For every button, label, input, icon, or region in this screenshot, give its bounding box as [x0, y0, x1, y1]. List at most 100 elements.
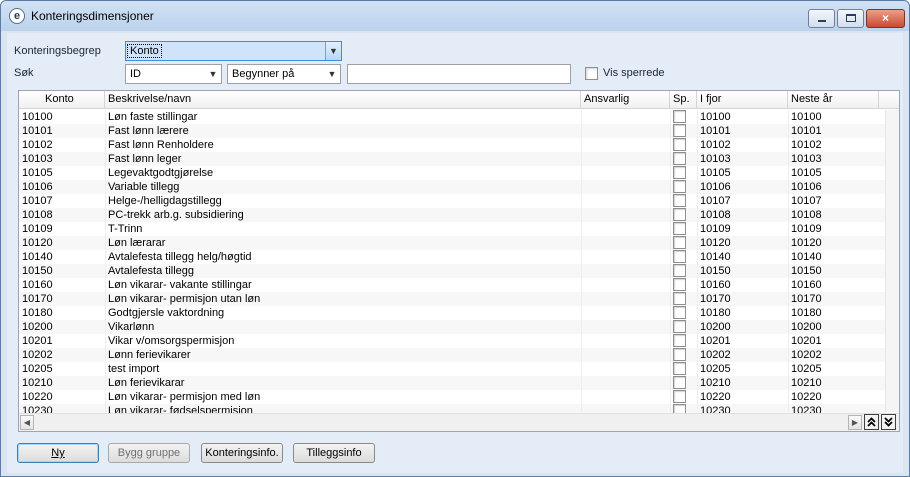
table-row[interactable]: 10101 Fast lønn lærere 10101 10101	[19, 124, 885, 138]
column-header-neste-ar[interactable]: Neste år	[788, 91, 879, 109]
cell-neste[interactable]: 10180	[788, 306, 885, 320]
cell-ansvarlig[interactable]	[581, 376, 670, 390]
search-input[interactable]	[347, 64, 571, 84]
cell-ansvarlig[interactable]	[581, 334, 670, 348]
cell-konto[interactable]: 10100	[19, 110, 105, 124]
cell-name[interactable]: Løn faste stillingar	[105, 110, 581, 124]
cell-konto[interactable]: 10106	[19, 180, 105, 194]
cell-ansvarlig[interactable]	[581, 320, 670, 334]
cell-konto[interactable]: 10140	[19, 250, 105, 264]
table-row[interactable]: 10205 test import 10205 10205	[19, 362, 885, 376]
cell-konto[interactable]: 10120	[19, 236, 105, 250]
ny-button[interactable]: Ny	[17, 443, 99, 463]
sperret-checkbox[interactable]	[673, 208, 686, 221]
sperret-checkbox[interactable]	[673, 236, 686, 249]
cell-ansvarlig[interactable]	[581, 138, 670, 152]
cell-ansvarlig[interactable]	[581, 306, 670, 320]
konteringsinfo-button[interactable]: Konteringsinfo.	[201, 443, 283, 463]
cell-ifjor[interactable]: 10101	[697, 124, 788, 138]
cell-ifjor[interactable]: 10202	[697, 348, 788, 362]
cell-name[interactable]: Løn lærarar	[105, 236, 581, 250]
cell-name[interactable]: Helge-/helligdagstillegg	[105, 194, 581, 208]
scroll-right-icon[interactable]: ▶	[848, 415, 862, 430]
table-row[interactable]: 10140 Avtalefesta tillegg helg/høgtid 1014…	[19, 250, 885, 264]
cell-ifjor[interactable]: 10200	[697, 320, 788, 334]
cell-ansvarlig[interactable]	[581, 236, 670, 250]
sperret-checkbox[interactable]	[673, 222, 686, 235]
cell-neste[interactable]: 10170	[788, 292, 885, 306]
table-row[interactable]: 10170 Løn vikarar- permisjon utan løn 1017…	[19, 292, 885, 306]
sperret-checkbox[interactable]	[673, 292, 686, 305]
column-header-sp[interactable]: Sp.	[670, 91, 697, 109]
chevron-down-icon[interactable]: ▼	[324, 65, 340, 83]
sperret-checkbox[interactable]	[673, 194, 686, 207]
search-field-select[interactable]: ID ▼	[125, 64, 222, 84]
app-logo-icon[interactable]: e	[9, 8, 25, 24]
sperret-checkbox[interactable]	[673, 390, 686, 403]
cell-ifjor[interactable]: 10150	[697, 264, 788, 278]
cell-ansvarlig[interactable]	[581, 362, 670, 376]
nav-down-double-icon[interactable]	[881, 414, 896, 430]
vertical-scroll-area[interactable]	[885, 110, 899, 412]
chevron-down-icon[interactable]: ▼	[205, 65, 221, 83]
cell-konto[interactable]: 10105	[19, 166, 105, 180]
cell-ansvarlig[interactable]	[581, 348, 670, 362]
title-bar[interactable]: e Konteringsdimensjoner ×	[1, 1, 909, 31]
sperret-checkbox[interactable]	[673, 320, 686, 333]
cell-name[interactable]: Vikar v/omsorgspermisjon	[105, 334, 581, 348]
cell-neste[interactable]: 10205	[788, 362, 885, 376]
cell-ansvarlig[interactable]	[581, 180, 670, 194]
table-row[interactable]: 10103 Fast lønn leger 10103 10103	[19, 152, 885, 166]
cell-name[interactable]: Løn vikarar- permisjon med løn	[105, 390, 581, 404]
cell-name[interactable]: PC-trekk arb.g. subsidiering	[105, 208, 581, 222]
cell-konto[interactable]: 10170	[19, 292, 105, 306]
cell-konto[interactable]: 10201	[19, 334, 105, 348]
sperret-checkbox[interactable]	[673, 376, 686, 389]
maximize-button[interactable]	[837, 9, 864, 28]
sperret-checkbox[interactable]	[673, 138, 686, 151]
table-row[interactable]: 10105 Legevaktgodtgjørelse 10105 10105	[19, 166, 885, 180]
cell-ifjor[interactable]: 10106	[697, 180, 788, 194]
cell-ansvarlig[interactable]	[581, 222, 670, 236]
table-row[interactable]: 10180 Godtgjersle vaktordning 10180 10180	[19, 306, 885, 320]
cell-ansvarlig[interactable]	[581, 194, 670, 208]
cell-neste[interactable]: 10105	[788, 166, 885, 180]
cell-name[interactable]: Godtgjersle vaktordning	[105, 306, 581, 320]
table-row[interactable]: 10200 Vikarlønn 10200 10200	[19, 320, 885, 334]
cell-ifjor[interactable]: 10210	[697, 376, 788, 390]
cell-konto[interactable]: 10101	[19, 124, 105, 138]
cell-ifjor[interactable]: 10107	[697, 194, 788, 208]
konteringsbegrep-select[interactable]: Konto ▼	[125, 41, 342, 61]
cell-ifjor[interactable]: 10109	[697, 222, 788, 236]
cell-ifjor[interactable]: 10120	[697, 236, 788, 250]
tilleggsinfo-button[interactable]: Tilleggsinfo	[293, 443, 375, 463]
cell-neste[interactable]: 10150	[788, 264, 885, 278]
sperret-checkbox[interactable]	[673, 264, 686, 277]
table-row[interactable]: 10160 Løn vikarar- vakante stillingar 1016…	[19, 278, 885, 292]
cell-neste[interactable]: 10200	[788, 320, 885, 334]
sperret-checkbox[interactable]	[673, 152, 686, 165]
close-button[interactable]: ×	[866, 9, 905, 28]
cell-ifjor[interactable]: 10102	[697, 138, 788, 152]
cell-neste[interactable]: 10100	[788, 110, 885, 124]
table-row[interactable]: 10202 Lønn ferievikarer 10202 10202	[19, 348, 885, 362]
cell-ansvarlig[interactable]	[581, 278, 670, 292]
column-header-beskrivelse[interactable]: Beskrivelse/navn	[105, 91, 581, 109]
cell-neste[interactable]: 10102	[788, 138, 885, 152]
sperret-checkbox[interactable]	[673, 110, 686, 123]
cell-neste[interactable]: 10210	[788, 376, 885, 390]
cell-neste[interactable]: 10103	[788, 152, 885, 166]
cell-ifjor[interactable]: 10103	[697, 152, 788, 166]
column-header-ansvarlig[interactable]: Ansvarlig	[581, 91, 670, 109]
table-row[interactable]: 10100 Løn faste stillingar 10100 10100	[19, 110, 885, 124]
cell-ansvarlig[interactable]	[581, 110, 670, 124]
cell-ifjor[interactable]: 10100	[697, 110, 788, 124]
cell-name[interactable]: Variable tillegg	[105, 180, 581, 194]
sperret-checkbox[interactable]	[673, 348, 686, 361]
cell-ansvarlig[interactable]	[581, 264, 670, 278]
sperret-checkbox[interactable]	[673, 334, 686, 347]
cell-konto[interactable]: 10102	[19, 138, 105, 152]
bygg-gruppe-button[interactable]: Bygg gruppe	[108, 443, 190, 463]
cell-konto[interactable]: 10220	[19, 390, 105, 404]
minimize-button[interactable]	[808, 9, 835, 28]
